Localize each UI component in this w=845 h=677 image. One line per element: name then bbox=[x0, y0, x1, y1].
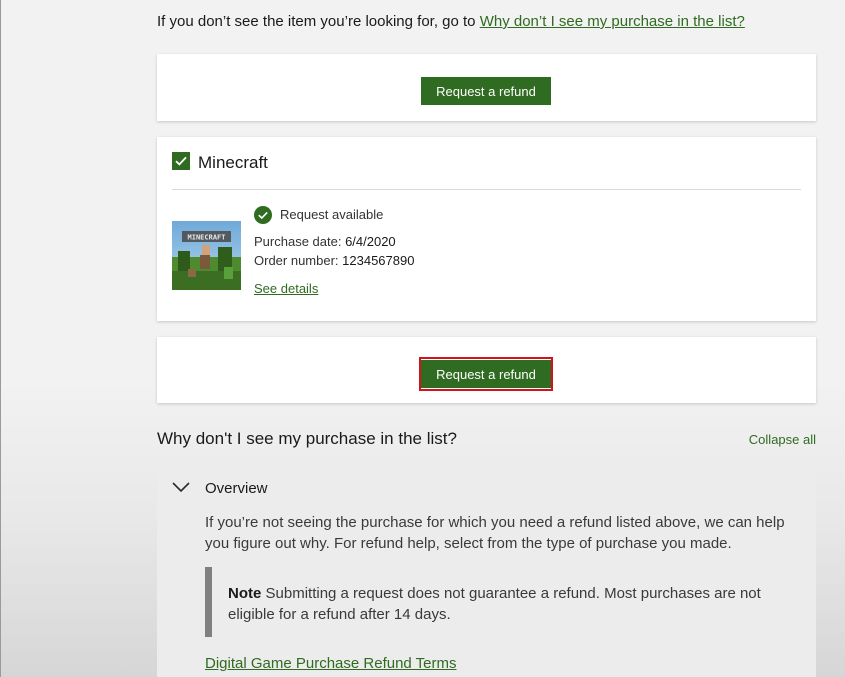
overview-title[interactable]: Overview bbox=[205, 480, 268, 498]
chevron-down-icon[interactable] bbox=[171, 480, 191, 494]
order-number-label: Order number: bbox=[254, 253, 343, 268]
game-thumbnail: MINECRAFT bbox=[172, 221, 241, 290]
minecraft-logo: MINECRAFT bbox=[188, 234, 226, 242]
purchase-date-label: Purchase date: bbox=[254, 234, 346, 249]
purchase-item-card: Minecraft MINECRAFT Request available Pu… bbox=[157, 137, 816, 321]
divider bbox=[172, 189, 801, 190]
request-refund-button[interactable]: Request a refund bbox=[421, 360, 551, 388]
item-checkbox[interactable] bbox=[172, 152, 190, 170]
request-refund-button-top[interactable]: Request a refund bbox=[421, 77, 551, 105]
note-text: Note Submitting a request does not guara… bbox=[228, 583, 773, 625]
refund-status: Request available bbox=[280, 207, 384, 222]
overview-body: If you’re not seeing the purchase for wh… bbox=[205, 514, 785, 552]
collapse-all-link[interactable]: Collapse all bbox=[749, 432, 816, 448]
note-body: Submitting a request does not guarantee … bbox=[228, 585, 761, 623]
why-not-listed-link[interactable]: Why don’t I see my purchase in the list? bbox=[480, 13, 745, 30]
refund-page: If you don’t see the item you’re looking… bbox=[0, 0, 845, 677]
overview-accordion: Overview If you’re not seeing the purcha… bbox=[157, 461, 816, 677]
intro-label: If you don’t see the item you’re looking… bbox=[157, 13, 480, 30]
top-refund-card: Request a refund bbox=[157, 54, 816, 121]
purchase-date: Purchase date: 6/4/2020 bbox=[254, 234, 396, 250]
section-heading: Why don't I see my purchase in the list? bbox=[157, 429, 457, 448]
note-accent-bar bbox=[205, 567, 212, 637]
see-details-link[interactable]: See details bbox=[254, 281, 318, 297]
order-number-value: 1234567890 bbox=[342, 253, 415, 268]
bottom-refund-card: Request a refund bbox=[157, 337, 816, 403]
note-label: Note bbox=[228, 585, 262, 602]
intro-text: If you don’t see the item you’re looking… bbox=[157, 12, 745, 32]
check-circle-icon bbox=[254, 206, 272, 224]
checkmark-icon bbox=[175, 156, 187, 166]
purchase-date-value: 6/4/2020 bbox=[345, 234, 396, 249]
refund-terms-link[interactable]: Digital Game Purchase Refund Terms bbox=[205, 655, 457, 673]
note-callout: Note Submitting a request does not guara… bbox=[205, 567, 785, 637]
order-number: Order number: 1234567890 bbox=[254, 253, 414, 269]
item-title: Minecraft bbox=[198, 153, 268, 172]
